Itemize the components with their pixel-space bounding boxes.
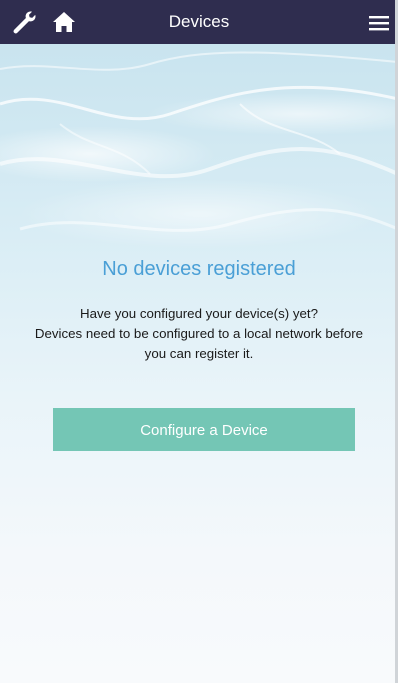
configure-device-button[interactable]: Configure a Device	[53, 408, 355, 451]
app-screen: Devices No devices registered Have you c…	[0, 0, 398, 683]
water-background	[0, 51, 395, 232]
hamburger-menu-icon[interactable]	[366, 9, 392, 37]
message-line: you can register it.	[144, 346, 254, 361]
empty-state-title: No devices registered	[102, 258, 296, 280]
page-title: Devices	[168, 12, 230, 31]
top-navigation-bar: Devices	[0, 0, 395, 44]
message-line: Devices need to be configured to a local…	[34, 326, 364, 341]
empty-state-message: Have you configured your device(s) yet? …	[0, 304, 395, 364]
devices-content-area: No devices registered Have you configure…	[0, 44, 395, 683]
message-line: Have you configured your device(s) yet?	[80, 306, 318, 321]
